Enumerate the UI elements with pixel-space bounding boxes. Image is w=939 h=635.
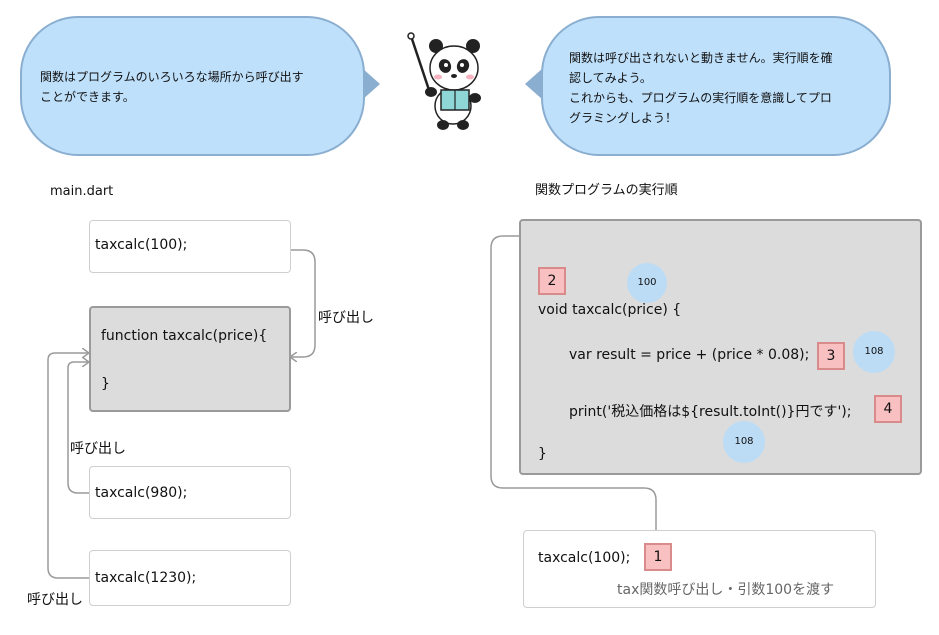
- speech-bubble-left: 関数はプログラムのいろいろな場所から呼び出す ことができます。: [20, 16, 365, 156]
- call-label-3: 呼び出し: [27, 592, 83, 608]
- result-value-circle: 108: [853, 331, 895, 373]
- arrow-call-2: [67, 362, 90, 494]
- function-definition-box: function taxcalc(price){ }: [89, 306, 291, 412]
- step-2-badge: 2: [538, 267, 566, 295]
- call-1-code: taxcalc(100);: [95, 237, 188, 253]
- right-call-code: taxcalc(100);: [538, 550, 631, 566]
- call-label-2: 呼び出し: [70, 441, 126, 457]
- void-line: void taxcalc(price) {: [538, 302, 682, 318]
- function-line-2: }: [101, 376, 110, 392]
- bubble-right-line-1: 関数は呼び出されないと動きません。実行順を確: [569, 51, 833, 65]
- bubble-right-line-3: これからも、プログラムの実行順を意識してプロ: [569, 91, 832, 105]
- step-3-badge: 3: [817, 342, 845, 370]
- call-box-2: taxcalc(980);: [89, 466, 291, 519]
- bubble-right-line-4: グラミングしよう！: [569, 111, 678, 125]
- right-call-box: taxcalc(100); 1 tax関数呼び出し・引数100を渡す: [523, 530, 876, 608]
- print-value-circle: 108: [723, 421, 765, 463]
- bubble-right-line-2: 認してみよう。: [569, 71, 652, 85]
- bubble-right-text: 関数は呼び出されないと動きません。実行順を確 認してみよう。 これからも、プログ…: [569, 48, 833, 128]
- left-panel-title: main.dart: [50, 184, 114, 199]
- call-caption: tax関数呼び出し・引数100を渡す: [617, 582, 835, 598]
- call-box-3: taxcalc(1230);: [89, 550, 291, 606]
- arrow-call-3: [47, 353, 90, 579]
- speech-bubble-right: 関数は呼び出されないと動きません。実行順を確 認してみよう。 これからも、プログ…: [541, 16, 891, 156]
- call-3-code: taxcalc(1230);: [95, 570, 197, 586]
- bubble-left-line-2: ことができます。: [40, 90, 135, 104]
- arrow-call-1: [291, 249, 316, 357]
- step-1-badge: 1: [644, 543, 672, 571]
- call-box-1: taxcalc(100);: [89, 220, 291, 273]
- bubble-left-text: 関数はプログラムのいろいろな場所から呼び出す ことができます。: [40, 67, 304, 107]
- print-line: print('税込価格は${result.toInt()}円です');: [569, 404, 852, 420]
- close-brace-line: }: [538, 446, 547, 462]
- var-line: var result = price + (price * 0.08);: [569, 347, 810, 363]
- price-value-circle: 100: [627, 263, 667, 303]
- bubble-left-line-1: 関数はプログラムのいろいろな場所から呼び出す: [40, 70, 304, 84]
- call-label-1: 呼び出し: [318, 310, 374, 326]
- function-line-1: function taxcalc(price){: [101, 328, 268, 344]
- panda-teacher-icon: [407, 32, 481, 130]
- step-4-badge: 4: [874, 395, 902, 423]
- execution-order-box: 2 100 void taxcalc(price) { var result =…: [519, 219, 922, 475]
- right-panel-title: 関数プログラムの実行順: [535, 183, 678, 198]
- call-2-code: taxcalc(980);: [95, 485, 188, 501]
